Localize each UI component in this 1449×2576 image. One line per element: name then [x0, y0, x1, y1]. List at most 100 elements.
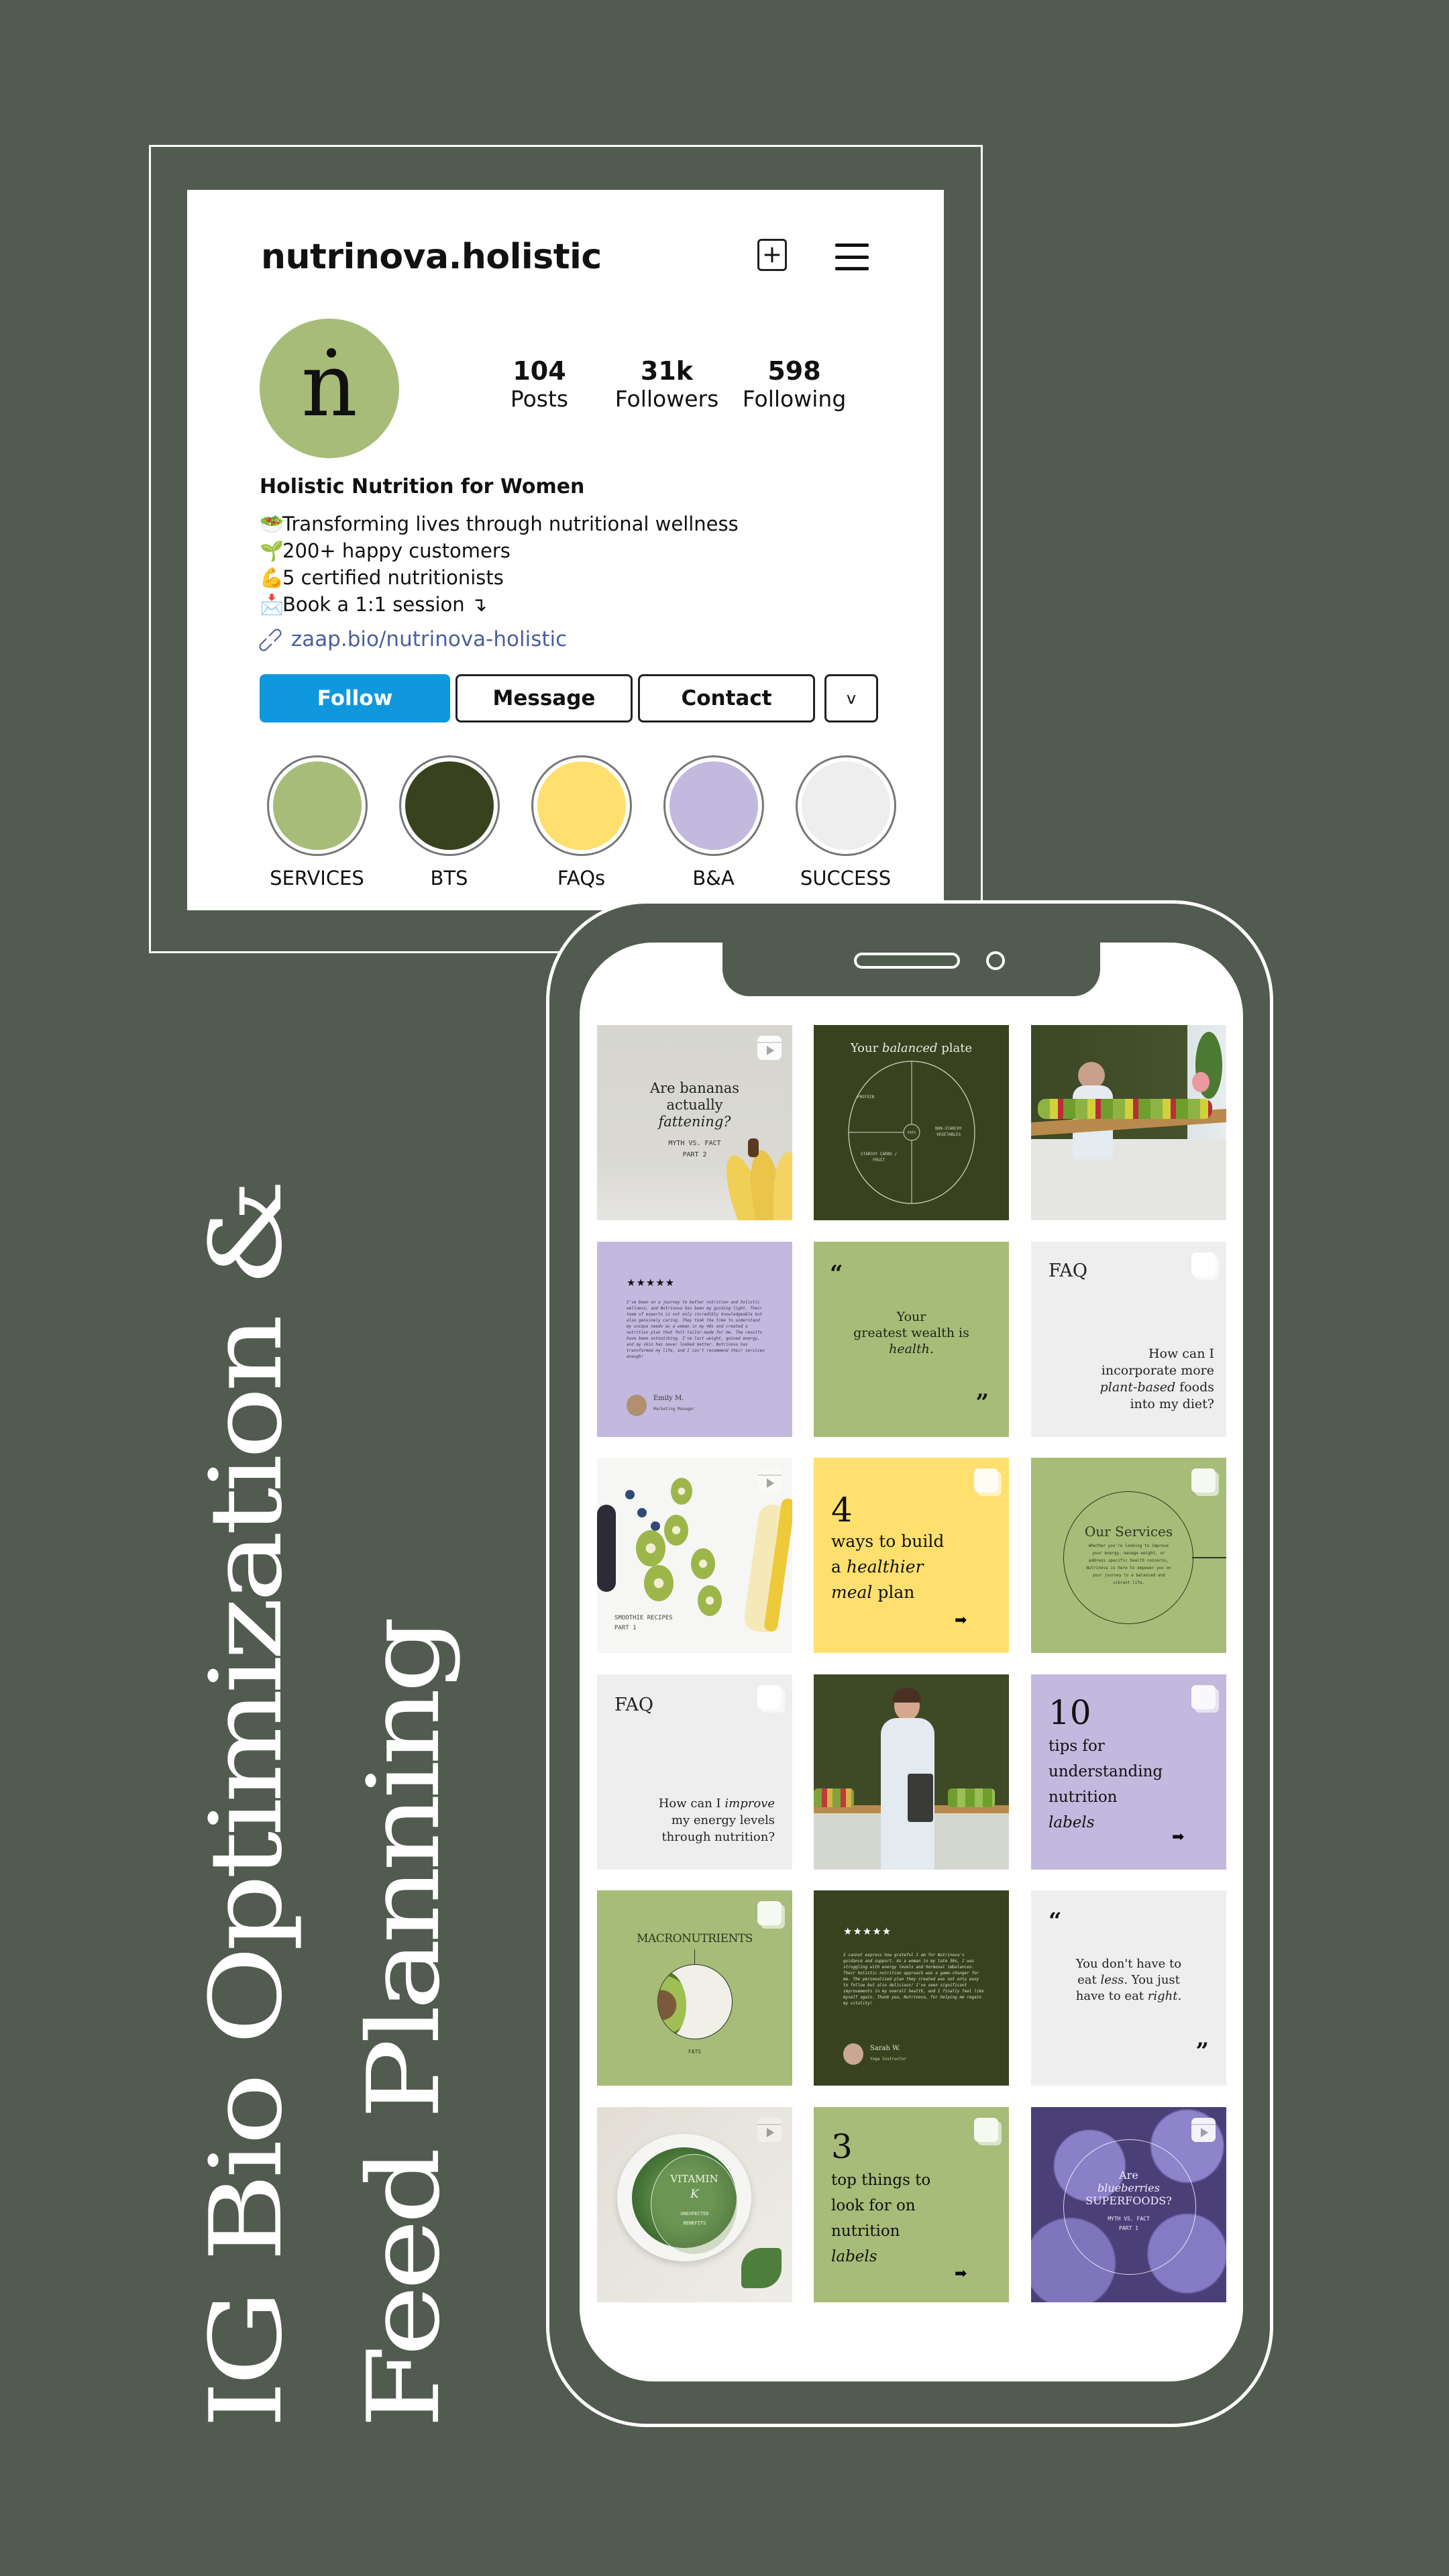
stat-value: 31k [640, 356, 694, 386]
rating-stars: ★★★★★ [843, 1925, 892, 1937]
bio-text: 5 certified nutritionists [282, 566, 504, 589]
balanced-plate-diagram [848, 1061, 975, 1204]
story-highlights: SERVICES BTS FAQs B&A SUCCESS [251, 755, 912, 890]
page-title: IG Bio Optimization & Feed Planning [168, 1185, 483, 2428]
vitamin-circle [651, 2154, 738, 2255]
post-text: nutrition [831, 2222, 900, 2240]
post-tile[interactable]: ★★★★★ I've been on a journey to better n… [597, 1242, 792, 1437]
highlight-success[interactable]: SUCCESS [780, 755, 912, 890]
post-text: plan [877, 1582, 915, 1602]
post-number: 3 [831, 2127, 853, 2166]
highlight-ring [398, 755, 500, 856]
bio-text: Book a 1:1 session ↴ [282, 593, 488, 616]
post-label: FAQ [1049, 1260, 1088, 1281]
reel-icon [757, 1036, 782, 1060]
post-caption: PART 1 [614, 1625, 637, 1631]
reviewer-role: Yoga Instructor [870, 2057, 907, 2061]
post-tile[interactable]: Our Services Whether you're looking to i… [1031, 1458, 1226, 1653]
bio-text: Transforming lives through nutritional w… [282, 513, 739, 535]
post-heading: Our Services [1084, 1523, 1173, 1540]
post-tile[interactable]: 3 top things to look for on nutrition la… [814, 2107, 1009, 2302]
post-tile[interactable]: Are bananas actually fattening? MYTH VS.… [597, 1025, 792, 1220]
highlight-label: BTS [430, 867, 468, 890]
connector-line [694, 1949, 695, 1964]
post-tile[interactable]: FAQ How can I improve my energy levels t… [597, 1674, 792, 1870]
reviewer-name: Sarah W. [870, 2045, 900, 2052]
avatar[interactable]: n [260, 319, 399, 458]
seedling-icon: 🌱 [260, 539, 284, 562]
reviewer-avatar [627, 1395, 647, 1416]
plate-label: STARCHY CARBS / FRUIT [860, 1152, 898, 1163]
stat-following[interactable]: 598 Following [731, 357, 858, 412]
banana-image [718, 1133, 792, 1220]
salad-icon: 🥗 [260, 513, 284, 535]
plate-label: PROTEIN [857, 1095, 875, 1099]
post-tile[interactable]: MACRONUTRIENTS FATS [597, 1890, 792, 2086]
post-tile[interactable] [814, 1674, 1009, 1870]
post-text: Are bananas [649, 1080, 740, 1096]
post-text: right. [1147, 1989, 1182, 2003]
post-tile[interactable]: ★★★★★ I cannot express how grateful I am… [814, 1890, 1009, 2086]
plus-square-icon[interactable]: + [757, 239, 787, 271]
bio-line: 🌱200+ happy customers [260, 537, 739, 564]
post-text: fattening? [658, 1114, 731, 1130]
review-text: I've been on a journey to better nutriti… [627, 1300, 765, 1359]
post-tile[interactable]: VITAMIN K UNEXPECTED BENEFITS [597, 2107, 792, 2302]
highlight-label: SERVICES [270, 867, 364, 890]
envelope-arrow-icon: 📩 [260, 593, 284, 616]
nutritionist-photo [814, 1674, 1009, 1870]
post-tile[interactable]: FAQ How can I incorporate more plant-bas… [1031, 1242, 1226, 1437]
post-text: Are [1119, 2169, 1138, 2182]
open-quote-icon: “ [830, 1260, 843, 1287]
post-tile[interactable] [1031, 1025, 1226, 1220]
carousel-icon [1191, 1252, 1216, 1277]
reviewer-name: Emily M. [653, 1395, 684, 1402]
highlight-faqs[interactable]: FAQs [515, 755, 647, 890]
message-button[interactable]: Message [455, 674, 633, 722]
post-tile[interactable]: 4 ways to build a healthier meal plan ➡ [814, 1458, 1009, 1653]
highlight-bts[interactable]: BTS [383, 755, 515, 890]
highlight-ring [795, 755, 896, 856]
reviewer-avatar [843, 2043, 863, 2065]
hamburger-menu-icon[interactable] [835, 244, 869, 270]
post-text: a [831, 1557, 841, 1576]
bio-text: 200+ happy customers [282, 539, 511, 562]
highlight-services[interactable]: SERVICES [251, 755, 383, 890]
suggested-dropdown-button[interactable]: v [824, 674, 878, 722]
contact-button[interactable]: Contact [638, 674, 815, 722]
post-tile[interactable]: SMOOTHIE RECIPES PART 1 [597, 1458, 792, 1653]
reel-icon [1191, 2118, 1216, 2142]
post-subtext: UNEXPECTED [680, 2211, 709, 2216]
post-tile[interactable]: 10 tips for understanding nutrition labe… [1031, 1674, 1226, 1870]
carousel-icon [974, 1468, 998, 1493]
post-text: ways to build [831, 1532, 945, 1551]
post-subtext: BENEFITS [683, 2220, 706, 2226]
follow-button[interactable]: Follow [260, 674, 450, 722]
review-text: I cannot express how grateful I am for N… [843, 1953, 984, 2006]
post-tile[interactable]: “ Your greatest wealth is health. ” [814, 1242, 1009, 1437]
post-tile[interactable]: Your balanced plate PROTEIN FATS NON-STA… [814, 1025, 1009, 1220]
stat-value: 104 [513, 356, 566, 386]
stat-followers[interactable]: 31k Followers [603, 356, 731, 412]
link-icon: ⊂⊃ [251, 620, 289, 659]
post-text: look for on [831, 2197, 916, 2214]
title-line-2: Feed Planning [346, 1621, 462, 2428]
post-text: top things to [831, 2171, 931, 2189]
post-text: You just [1131, 1973, 1180, 1987]
stat-posts[interactable]: 104 Posts [476, 356, 603, 412]
post-subtext: MYTH VS. FACT [1108, 2216, 1150, 2222]
bio-link[interactable]: ⊂⊃ zaap.bio/nutrinova-holistic [251, 621, 567, 659]
highlight-cover [801, 761, 890, 850]
title-line-1: IG Bio Optimization & [189, 1184, 305, 2428]
flexed-biceps-icon: 💪 [260, 566, 284, 589]
avocado-image [657, 1964, 733, 2039]
post-tile[interactable]: “ You don't have to eat less. You just h… [1031, 1890, 1226, 2086]
post-text: foods [1179, 1380, 1214, 1395]
highlight-cover [405, 761, 494, 850]
bio-link-text[interactable]: zaap.bio/nutrinova-holistic [291, 627, 567, 651]
post-subtext: PART 1 [1119, 2225, 1138, 2231]
highlight-b-and-a[interactable]: B&A [647, 755, 780, 890]
post-tile[interactable]: Are blueberries SUPERFOODS? MYTH VS. FAC… [1031, 2107, 1226, 2302]
post-text: into my diet? [1130, 1397, 1214, 1411]
post-heading: MACRONUTRIENTS [637, 1932, 753, 1945]
